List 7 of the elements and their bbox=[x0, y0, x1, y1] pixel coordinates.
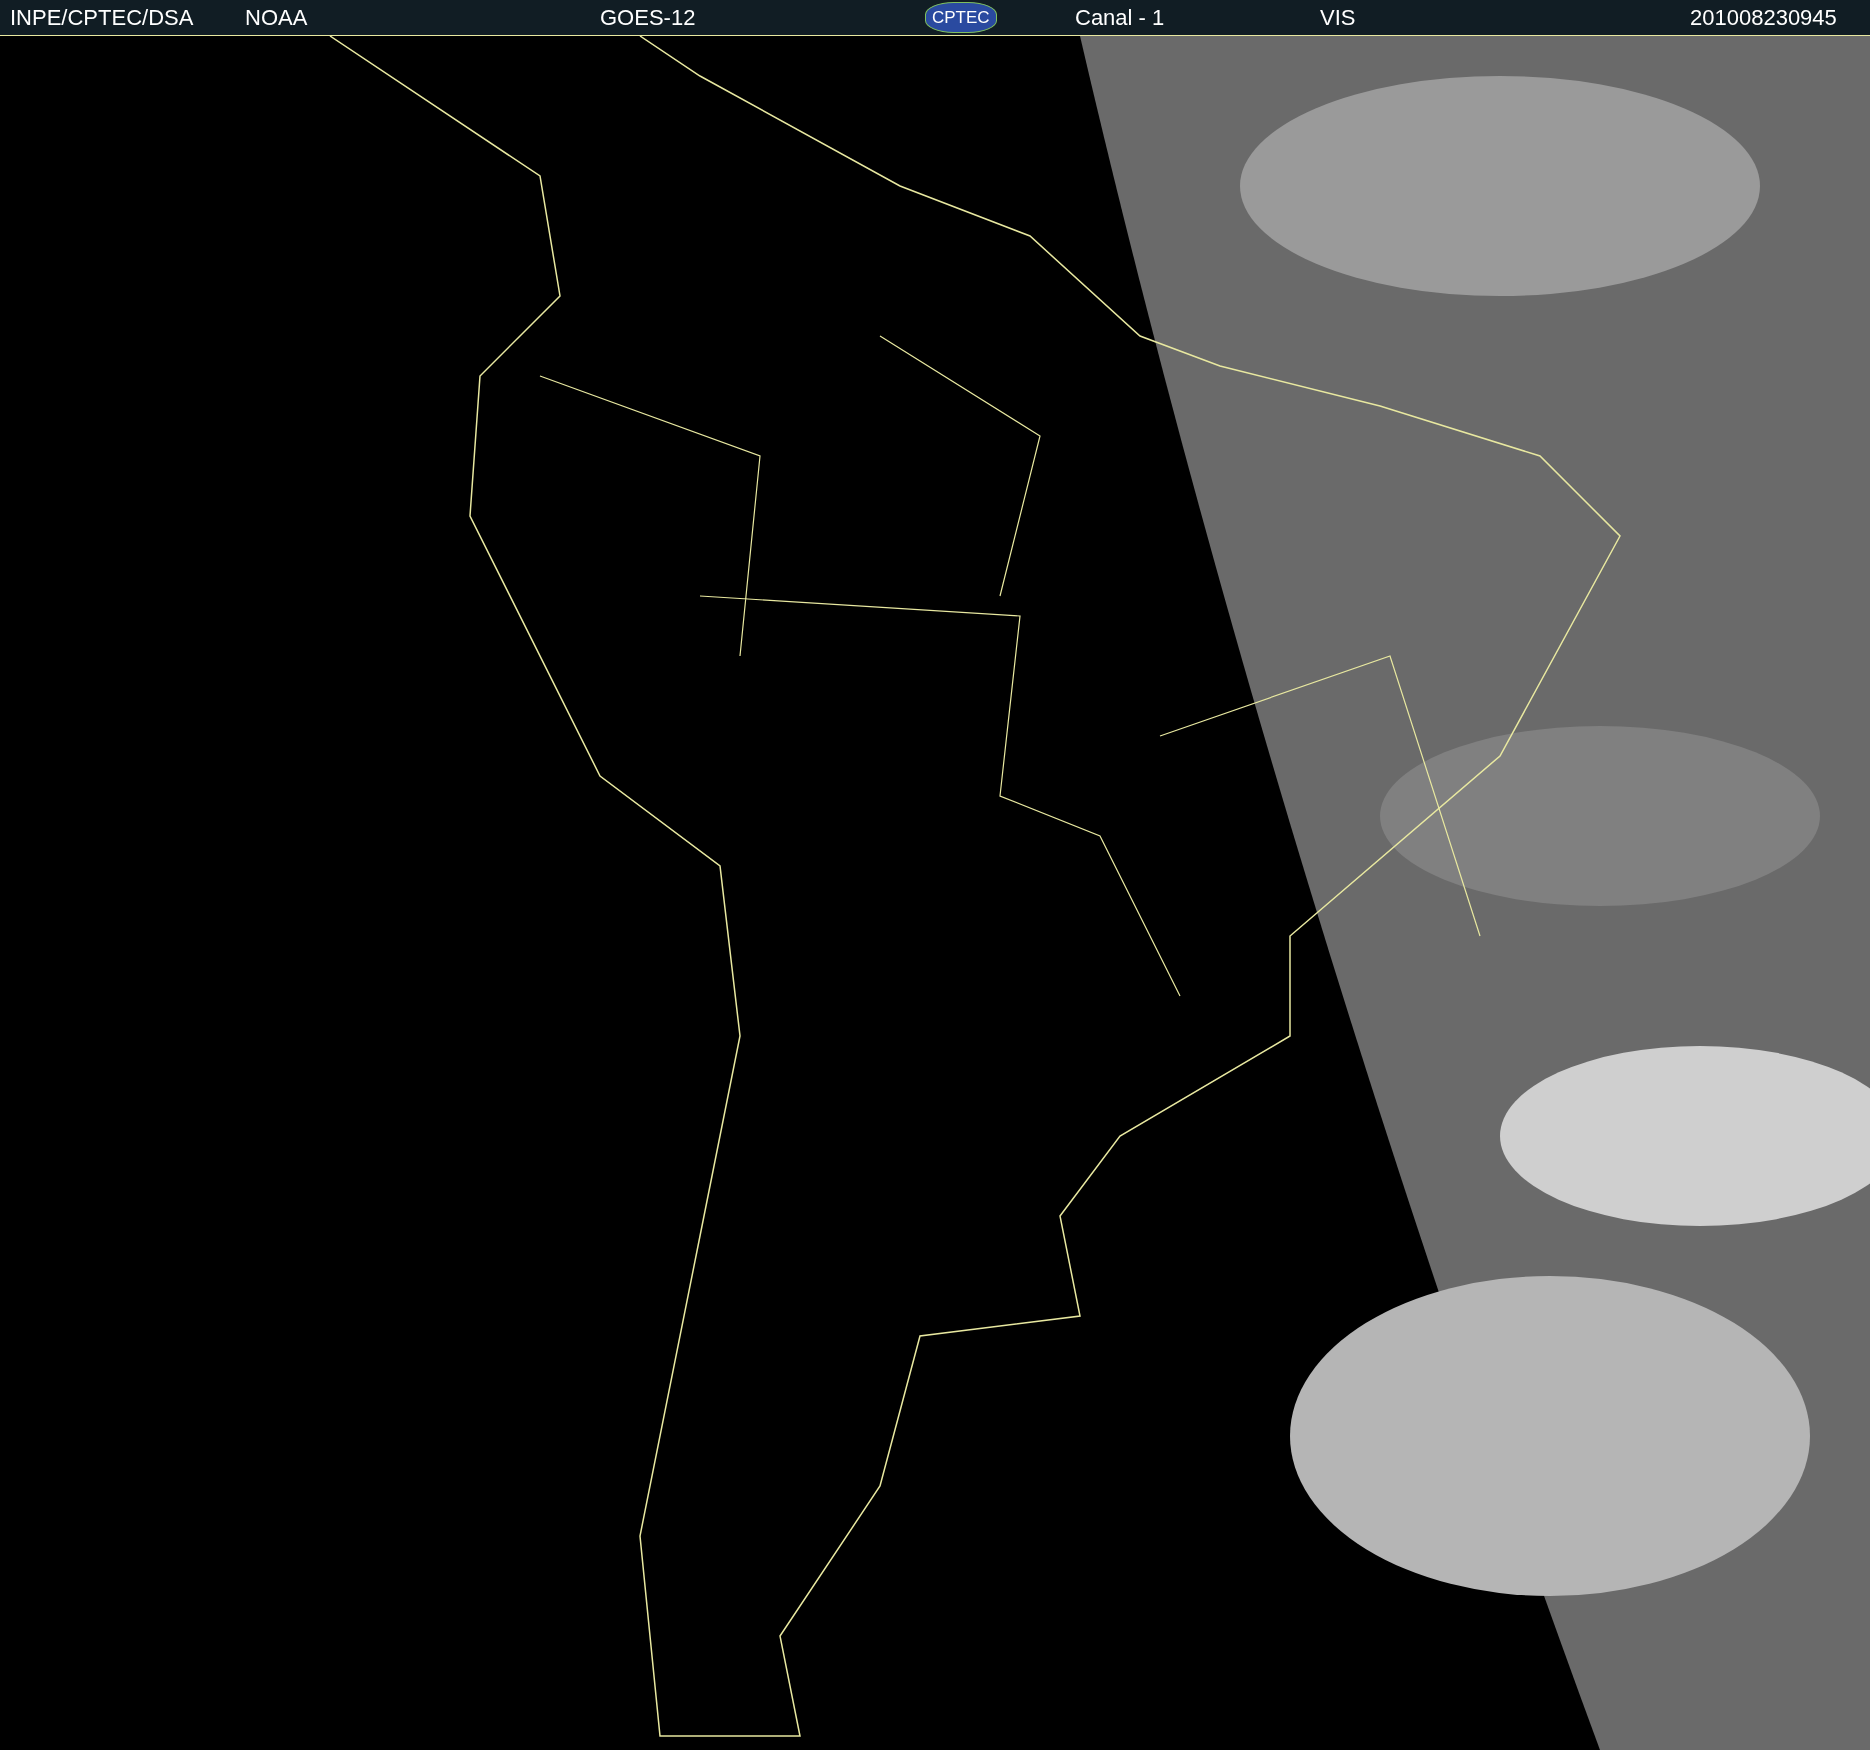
source-label: NOAA bbox=[245, 5, 308, 30]
logo: CPTEC bbox=[925, 1, 997, 34]
satellite-label: GOES-12 bbox=[600, 5, 696, 30]
band-label: VIS bbox=[1320, 5, 1356, 30]
timestamp-label: 201008230945 bbox=[1690, 5, 1837, 30]
channel-label: Canal - 1 bbox=[1075, 5, 1165, 30]
agency-label: INPE/CPTEC/DSA bbox=[10, 5, 194, 30]
